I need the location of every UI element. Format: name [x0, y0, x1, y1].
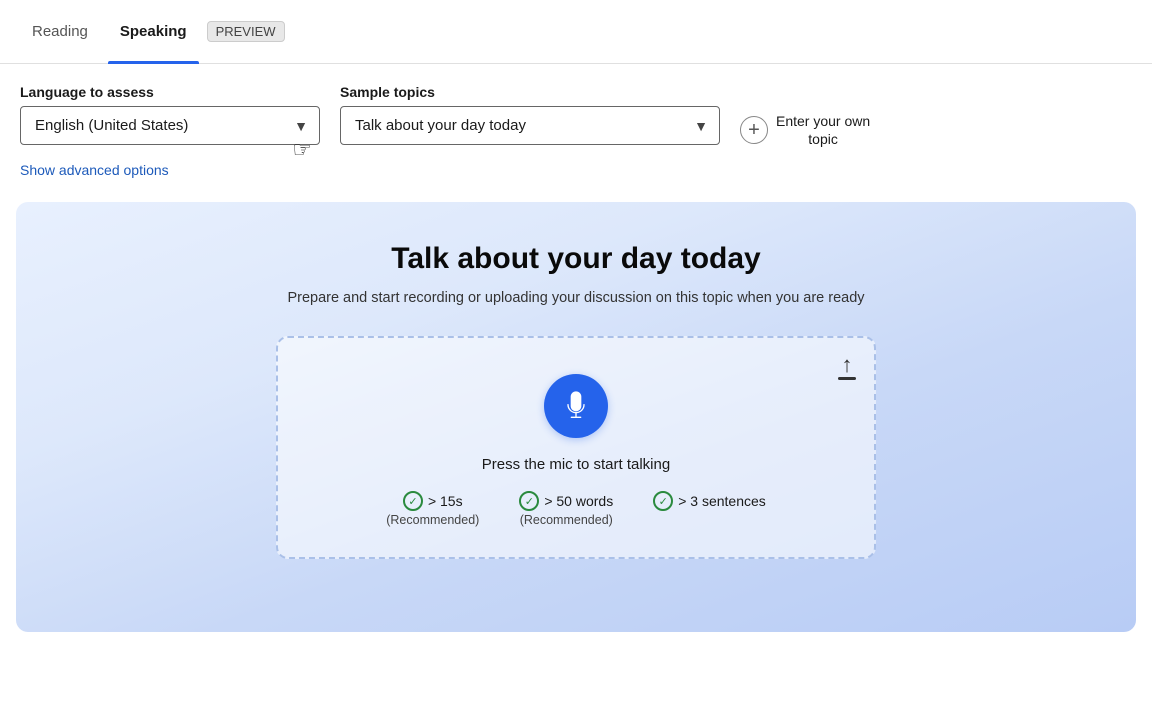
req-time: ✓ > 15s (Recommended)	[386, 491, 479, 527]
tab-preview-badge: PREVIEW	[207, 21, 285, 42]
plus-icon: +	[740, 116, 768, 144]
req-sentences: ✓ > 3 sentences	[653, 491, 766, 513]
check-words-icon: ✓	[519, 491, 539, 511]
language-select-wrapper: English (United States) English (United …	[20, 106, 320, 145]
recording-box: ↑ Press the mic to start talking ✓ > 15s…	[276, 336, 876, 559]
mic-button[interactable]	[544, 374, 608, 438]
enter-topic-label: Enter your owntopic	[776, 112, 870, 148]
upload-icon[interactable]: ↑	[838, 354, 856, 380]
topic-field-group: Sample topics Talk about your day today …	[340, 84, 720, 145]
enter-own-topic-button[interactable]: + Enter your owntopic	[740, 112, 870, 148]
tab-speaking[interactable]: Speaking	[108, 0, 199, 64]
check-time-icon: ✓	[403, 491, 423, 511]
req-time-value: > 15s	[428, 493, 463, 509]
controls-row: Language to assess English (United State…	[20, 84, 1132, 148]
main-card: Talk about your day today Prepare and st…	[16, 202, 1136, 632]
press-mic-text: Press the mic to start talking	[482, 456, 670, 473]
req-sentences-value: > 3 sentences	[678, 493, 766, 509]
language-select[interactable]: English (United States) English (United …	[20, 106, 320, 145]
topic-label: Sample topics	[340, 84, 720, 100]
requirements-row: ✓ > 15s (Recommended) ✓ > 50 words (Reco…	[386, 491, 766, 527]
check-sentences-icon: ✓	[653, 491, 673, 511]
tab-reading[interactable]: Reading	[20, 0, 100, 64]
controls-area: Language to assess English (United State…	[0, 64, 1152, 188]
req-words-label: (Recommended)	[520, 513, 613, 527]
mic-icon	[560, 390, 592, 422]
show-advanced-link[interactable]: Show advanced options	[20, 162, 1132, 178]
req-words: ✓ > 50 words (Recommended)	[519, 491, 613, 527]
topic-title: Talk about your day today	[391, 242, 761, 276]
topic-select[interactable]: Talk about your day today Describe your …	[340, 106, 720, 145]
tabs-bar: Reading Speaking PREVIEW	[0, 0, 1152, 64]
topic-select-wrapper: Talk about your day today Describe your …	[340, 106, 720, 145]
topic-subtitle: Prepare and start recording or uploading…	[287, 290, 864, 306]
language-label: Language to assess	[20, 84, 320, 100]
language-field-group: Language to assess English (United State…	[20, 84, 320, 145]
upload-line-icon	[838, 377, 856, 380]
upload-arrow-icon: ↑	[842, 354, 853, 376]
req-words-value: > 50 words	[544, 493, 613, 509]
req-time-label: (Recommended)	[386, 513, 479, 527]
